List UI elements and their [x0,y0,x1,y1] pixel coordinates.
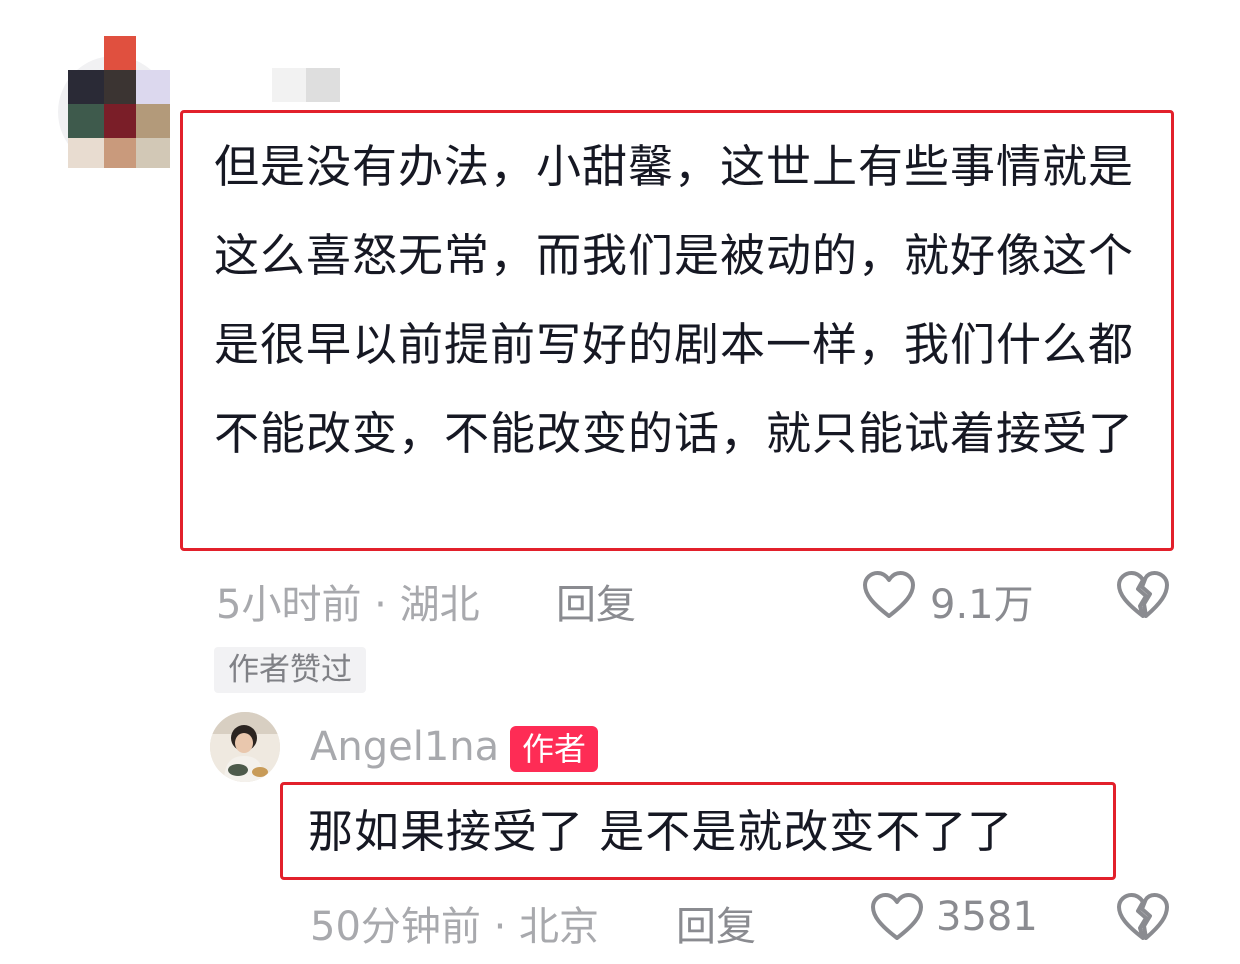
comment-time-location: 5小时前 · 湖北 [216,582,480,628]
author-liked-tag: 作者赞过 [214,647,366,693]
reply-dislike-button[interactable] [1116,892,1170,946]
reply-username[interactable]: Angel1na [310,724,499,770]
broken-heart-icon [1117,893,1169,940]
author-badge: 作者 [510,726,599,772]
reply-like-button[interactable] [870,892,924,946]
reply-time-location: 50分钟前 · 北京 [310,904,600,950]
comment-dislike-button[interactable] [1116,570,1170,624]
comment-reply-button[interactable]: 回复 [556,572,636,630]
comment-like-count: 9.1万 [930,582,1034,628]
broken-heart-icon [1117,571,1169,618]
comment-text: 但是没有办法，小甜馨，这世上有些事情就是这么喜怒无常，而我们是被动的，就好像这个… [214,140,1135,460]
commenter-avatar[interactable] [58,36,170,168]
reply-reply-button[interactable]: 回复 [676,894,756,952]
reply-like-count: 3581 [936,894,1038,940]
reply-avatar[interactable] [210,712,280,782]
heart-outline-icon [863,571,915,618]
comment-like-button[interactable] [862,570,916,624]
heart-outline-icon [871,893,923,940]
reply-text: 那如果接受了 是不是就改变不了了 [308,805,1014,858]
commenter-username[interactable] [272,68,342,102]
